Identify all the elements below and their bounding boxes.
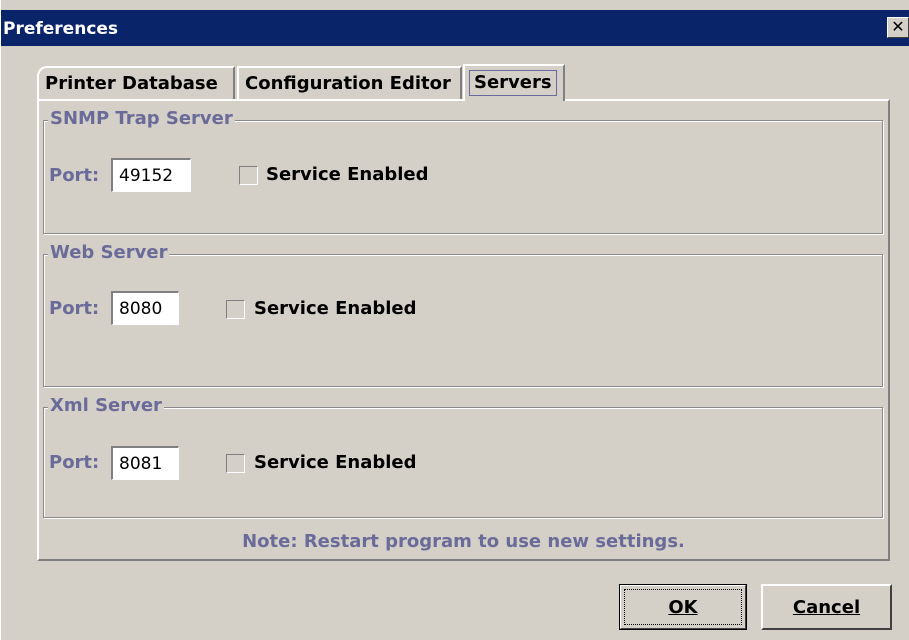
cancel-button-label: Cancel bbox=[792, 596, 861, 618]
tab-label: Printer Database bbox=[45, 73, 218, 94]
port-label: Port: bbox=[49, 298, 100, 319]
group-legend: Xml Server bbox=[48, 395, 164, 416]
tab-focus-ring: Servers bbox=[469, 70, 557, 96]
tab-label: Configuration Editor bbox=[245, 73, 451, 94]
xml-service-enabled-checkbox[interactable] bbox=[226, 454, 245, 473]
ok-button[interactable]: OK bbox=[619, 584, 747, 630]
port-label: Port: bbox=[49, 452, 100, 473]
port-label: Port: bbox=[49, 165, 100, 186]
web-service-enabled-label[interactable]: Service Enabled bbox=[254, 298, 417, 319]
tab-configuration-editor[interactable]: Configuration Editor bbox=[237, 66, 462, 99]
group-legend: Web Server bbox=[48, 242, 170, 263]
preferences-dialog: Preferences ✕ Printer Database Configura… bbox=[0, 0, 909, 640]
restart-note: Note: Restart program to use new setting… bbox=[242, 531, 685, 552]
cancel-button[interactable]: Cancel bbox=[761, 584, 892, 630]
snmp-port-input[interactable] bbox=[111, 158, 191, 192]
snmp-service-enabled-checkbox[interactable] bbox=[239, 166, 258, 185]
ok-button-label: OK bbox=[668, 596, 698, 618]
close-icon[interactable]: ✕ bbox=[887, 17, 909, 38]
tab-servers[interactable]: Servers bbox=[463, 64, 565, 101]
group-legend: SNMP Trap Server bbox=[48, 108, 235, 129]
title-bar[interactable]: Preferences ✕ bbox=[1, 10, 909, 46]
tab-label: Servers bbox=[474, 72, 552, 93]
tab-printer-database[interactable]: Printer Database bbox=[37, 66, 235, 99]
snmp-service-enabled-label[interactable]: Service Enabled bbox=[266, 164, 429, 185]
xml-port-input[interactable] bbox=[111, 446, 179, 480]
web-service-enabled-checkbox[interactable] bbox=[226, 300, 245, 319]
xml-service-enabled-label[interactable]: Service Enabled bbox=[254, 452, 417, 473]
window-title: Preferences bbox=[3, 19, 119, 39]
web-port-input[interactable] bbox=[111, 291, 179, 325]
